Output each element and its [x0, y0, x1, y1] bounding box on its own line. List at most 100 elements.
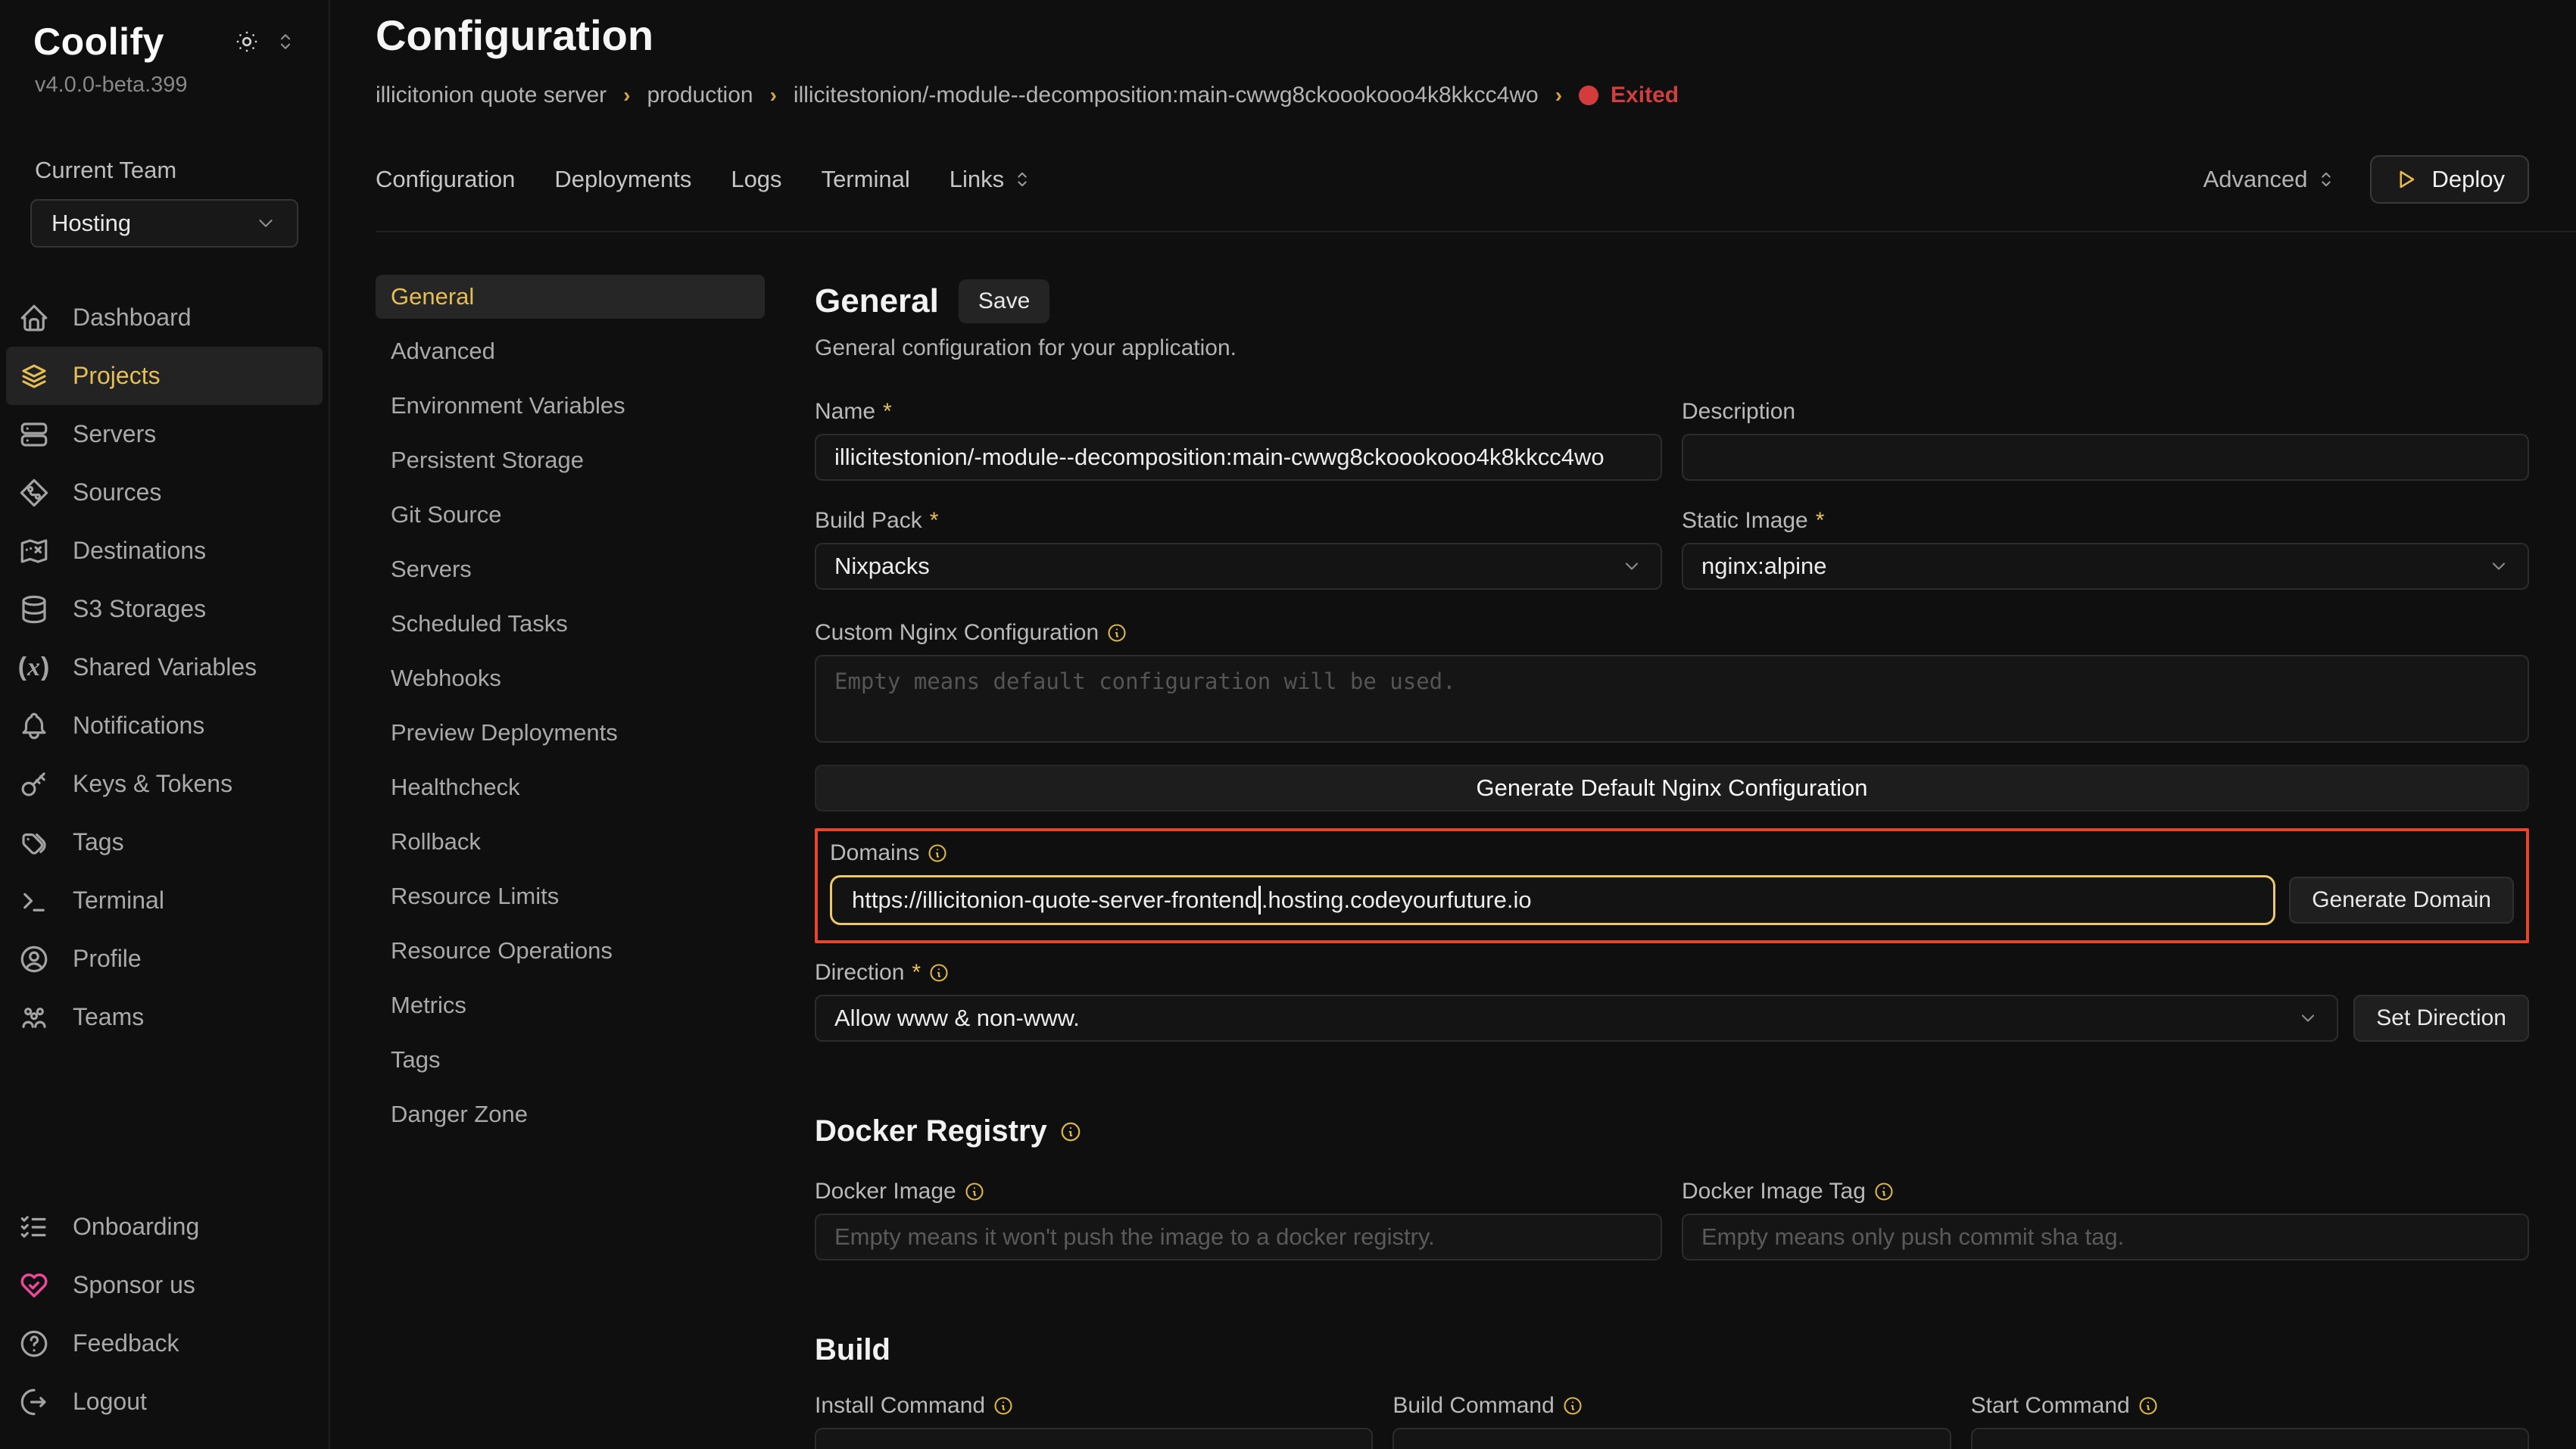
info-icon [1873, 1181, 1895, 1202]
sidebar-item-terminal[interactable]: Terminal [6, 871, 323, 930]
config-nav-advanced[interactable]: Advanced [376, 329, 765, 373]
general-heading: General [815, 282, 939, 320]
sidebar-item-label: Feedback [73, 1329, 179, 1357]
static-image-select[interactable]: nginx:alpine [1682, 543, 2529, 590]
save-button[interactable]: Save [959, 279, 1049, 323]
team-select[interactable]: Hosting [30, 199, 298, 248]
config-nav-rollback[interactable]: Rollback [376, 820, 765, 864]
start-command-label: Start Command [1971, 1393, 2130, 1419]
tab-deployments[interactable]: Deployments [554, 166, 691, 193]
set-direction-button[interactable]: Set Direction [2353, 995, 2529, 1042]
info-icon [993, 1395, 1014, 1416]
sidebar-item-tags[interactable]: Tags [6, 813, 323, 871]
generate-nginx-button[interactable]: Generate Default Nginx Configuration [815, 765, 2529, 812]
config-nav-danger-zone[interactable]: Danger Zone [376, 1092, 765, 1136]
install-command-input[interactable] [815, 1428, 1373, 1449]
config-nav-servers[interactable]: Servers [376, 547, 765, 591]
static-image-value: nginx:alpine [1701, 553, 1826, 580]
config-nav-preview-deployments[interactable]: Preview Deployments [376, 711, 765, 755]
sidebar-collapse-selector-icon[interactable] [274, 30, 297, 53]
breadcrumb: illicitonion quote server › production ›… [376, 83, 2576, 108]
sidebar-item-label: S3 Storages [73, 595, 206, 623]
sidebar-item-s3-storages[interactable]: S3 Storages [6, 580, 323, 638]
layers-icon [18, 360, 50, 392]
sidebar-item-servers[interactable]: Servers [6, 405, 323, 463]
config-nav-persistent-storage[interactable]: Persistent Storage [376, 438, 765, 482]
sidebar-item-notifications[interactable]: Notifications [6, 696, 323, 755]
sidebar-item-label: Projects [73, 362, 161, 390]
sidebar-item-label: Sponsor us [73, 1271, 195, 1299]
sidebar-item-dashboard[interactable]: Dashboard [6, 288, 323, 347]
theme-toggle-sun-icon[interactable] [233, 28, 260, 55]
current-team-label: Current Team [0, 157, 329, 184]
sidebar-item-teams[interactable]: Teams [6, 988, 323, 1046]
text-cursor [1258, 886, 1261, 915]
tab-terminal[interactable]: Terminal [822, 166, 910, 193]
sidebar-item-onboarding[interactable]: Onboarding [6, 1198, 323, 1256]
info-icon [1059, 1120, 1082, 1143]
sidebar-item-sources[interactable]: Sources [6, 463, 323, 522]
sidebar-item-shared-variables[interactable]: (x) Shared Variables [6, 638, 323, 696]
breadcrumb-environment[interactable]: production [647, 83, 753, 108]
sidebar-nav: Dashboard Projects Servers Sources Desti… [0, 288, 329, 1046]
config-nav-webhooks[interactable]: Webhooks [376, 656, 765, 700]
info-icon [2138, 1395, 2159, 1416]
sidebar: Coolify v4.0.0-beta.399 Current Team Hos… [0, 0, 330, 1449]
build-pack-select[interactable]: Nixpacks [815, 543, 1662, 590]
config-nav-resource-limits[interactable]: Resource Limits [376, 874, 765, 918]
sidebar-item-destinations[interactable]: Destinations [6, 522, 323, 580]
domains-value-before-cursor: https://illicitonion-quote-server-fronte… [852, 887, 1258, 914]
domains-input[interactable]: https://illicitonion-quote-server-fronte… [830, 875, 2275, 925]
breadcrumb-project[interactable]: illicitonion quote server [376, 83, 607, 108]
tab-logs[interactable]: Logs [731, 166, 781, 193]
config-nav-environment-variables[interactable]: Environment Variables [376, 384, 765, 428]
deploy-button[interactable]: Deploy [2370, 155, 2530, 204]
docker-image-label: Docker Image [815, 1179, 956, 1204]
chevron-down-icon [2488, 556, 2509, 577]
sidebar-item-label: Terminal [73, 887, 164, 915]
config-nav-metrics[interactable]: Metrics [376, 983, 765, 1027]
domains-section: Domains https://illicitonion-quote-serve… [815, 828, 2529, 943]
coolify-app: Coolify v4.0.0-beta.399 Current Team Hos… [0, 0, 2576, 1449]
logo-row: Coolify [0, 12, 329, 64]
tags-icon [18, 827, 50, 858]
docker-registry-heading: Docker Registry [815, 1114, 1047, 1148]
sidebar-item-profile[interactable]: Profile [6, 930, 323, 988]
sidebar-item-keys-tokens[interactable]: Keys & Tokens [6, 755, 323, 813]
direction-select[interactable]: Allow www & non-www. [815, 995, 2338, 1042]
breadcrumb-application[interactable]: illicitestonion/-module--decomposition:m… [794, 83, 1539, 108]
config-nav-tags[interactable]: Tags [376, 1038, 765, 1082]
description-input[interactable] [1682, 434, 2529, 481]
name-input[interactable] [815, 434, 1662, 481]
sidebar-item-projects[interactable]: Projects [6, 347, 323, 405]
sidebar-item-logout[interactable]: Logout [6, 1373, 323, 1431]
info-icon [1562, 1395, 1583, 1416]
sidebar-item-label: Tags [73, 828, 124, 856]
tab-links[interactable]: Links [950, 166, 1033, 193]
start-command-input[interactable] [1971, 1428, 2529, 1449]
config-nav-resource-operations[interactable]: Resource Operations [376, 929, 765, 973]
config-nav-git-source[interactable]: Git Source [376, 493, 765, 537]
tabs-right: Advanced Deploy [2203, 155, 2529, 204]
info-icon [964, 1181, 985, 1202]
config-nav-general[interactable]: General [376, 275, 765, 319]
deploy-label: Deploy [2432, 166, 2506, 193]
config-nav-scheduled-tasks[interactable]: Scheduled Tasks [376, 602, 765, 646]
database-icon [18, 594, 50, 625]
user-circle-icon [18, 943, 50, 975]
docker-image-tag-input[interactable] [1682, 1214, 2529, 1260]
required-asterisk: * [1816, 508, 1825, 534]
advanced-dropdown[interactable]: Advanced [2203, 166, 2337, 193]
info-icon [928, 962, 950, 983]
config-nav-healthcheck[interactable]: Healthcheck [376, 765, 765, 809]
selector-icon [2316, 169, 2337, 190]
sidebar-item-label: Notifications [73, 712, 204, 740]
tab-configuration[interactable]: Configuration [376, 166, 515, 193]
generate-domain-button[interactable]: Generate Domain [2289, 877, 2514, 924]
build-command-input[interactable] [1392, 1428, 1951, 1449]
custom-nginx-textarea[interactable] [815, 655, 2529, 743]
docker-image-input[interactable] [815, 1214, 1662, 1260]
sidebar-bottom-nav: Onboarding Sponsor us Feedback Logout [0, 1198, 329, 1431]
sidebar-item-feedback[interactable]: Feedback [6, 1314, 323, 1373]
sidebar-item-sponsor-us[interactable]: Sponsor us [6, 1256, 323, 1314]
